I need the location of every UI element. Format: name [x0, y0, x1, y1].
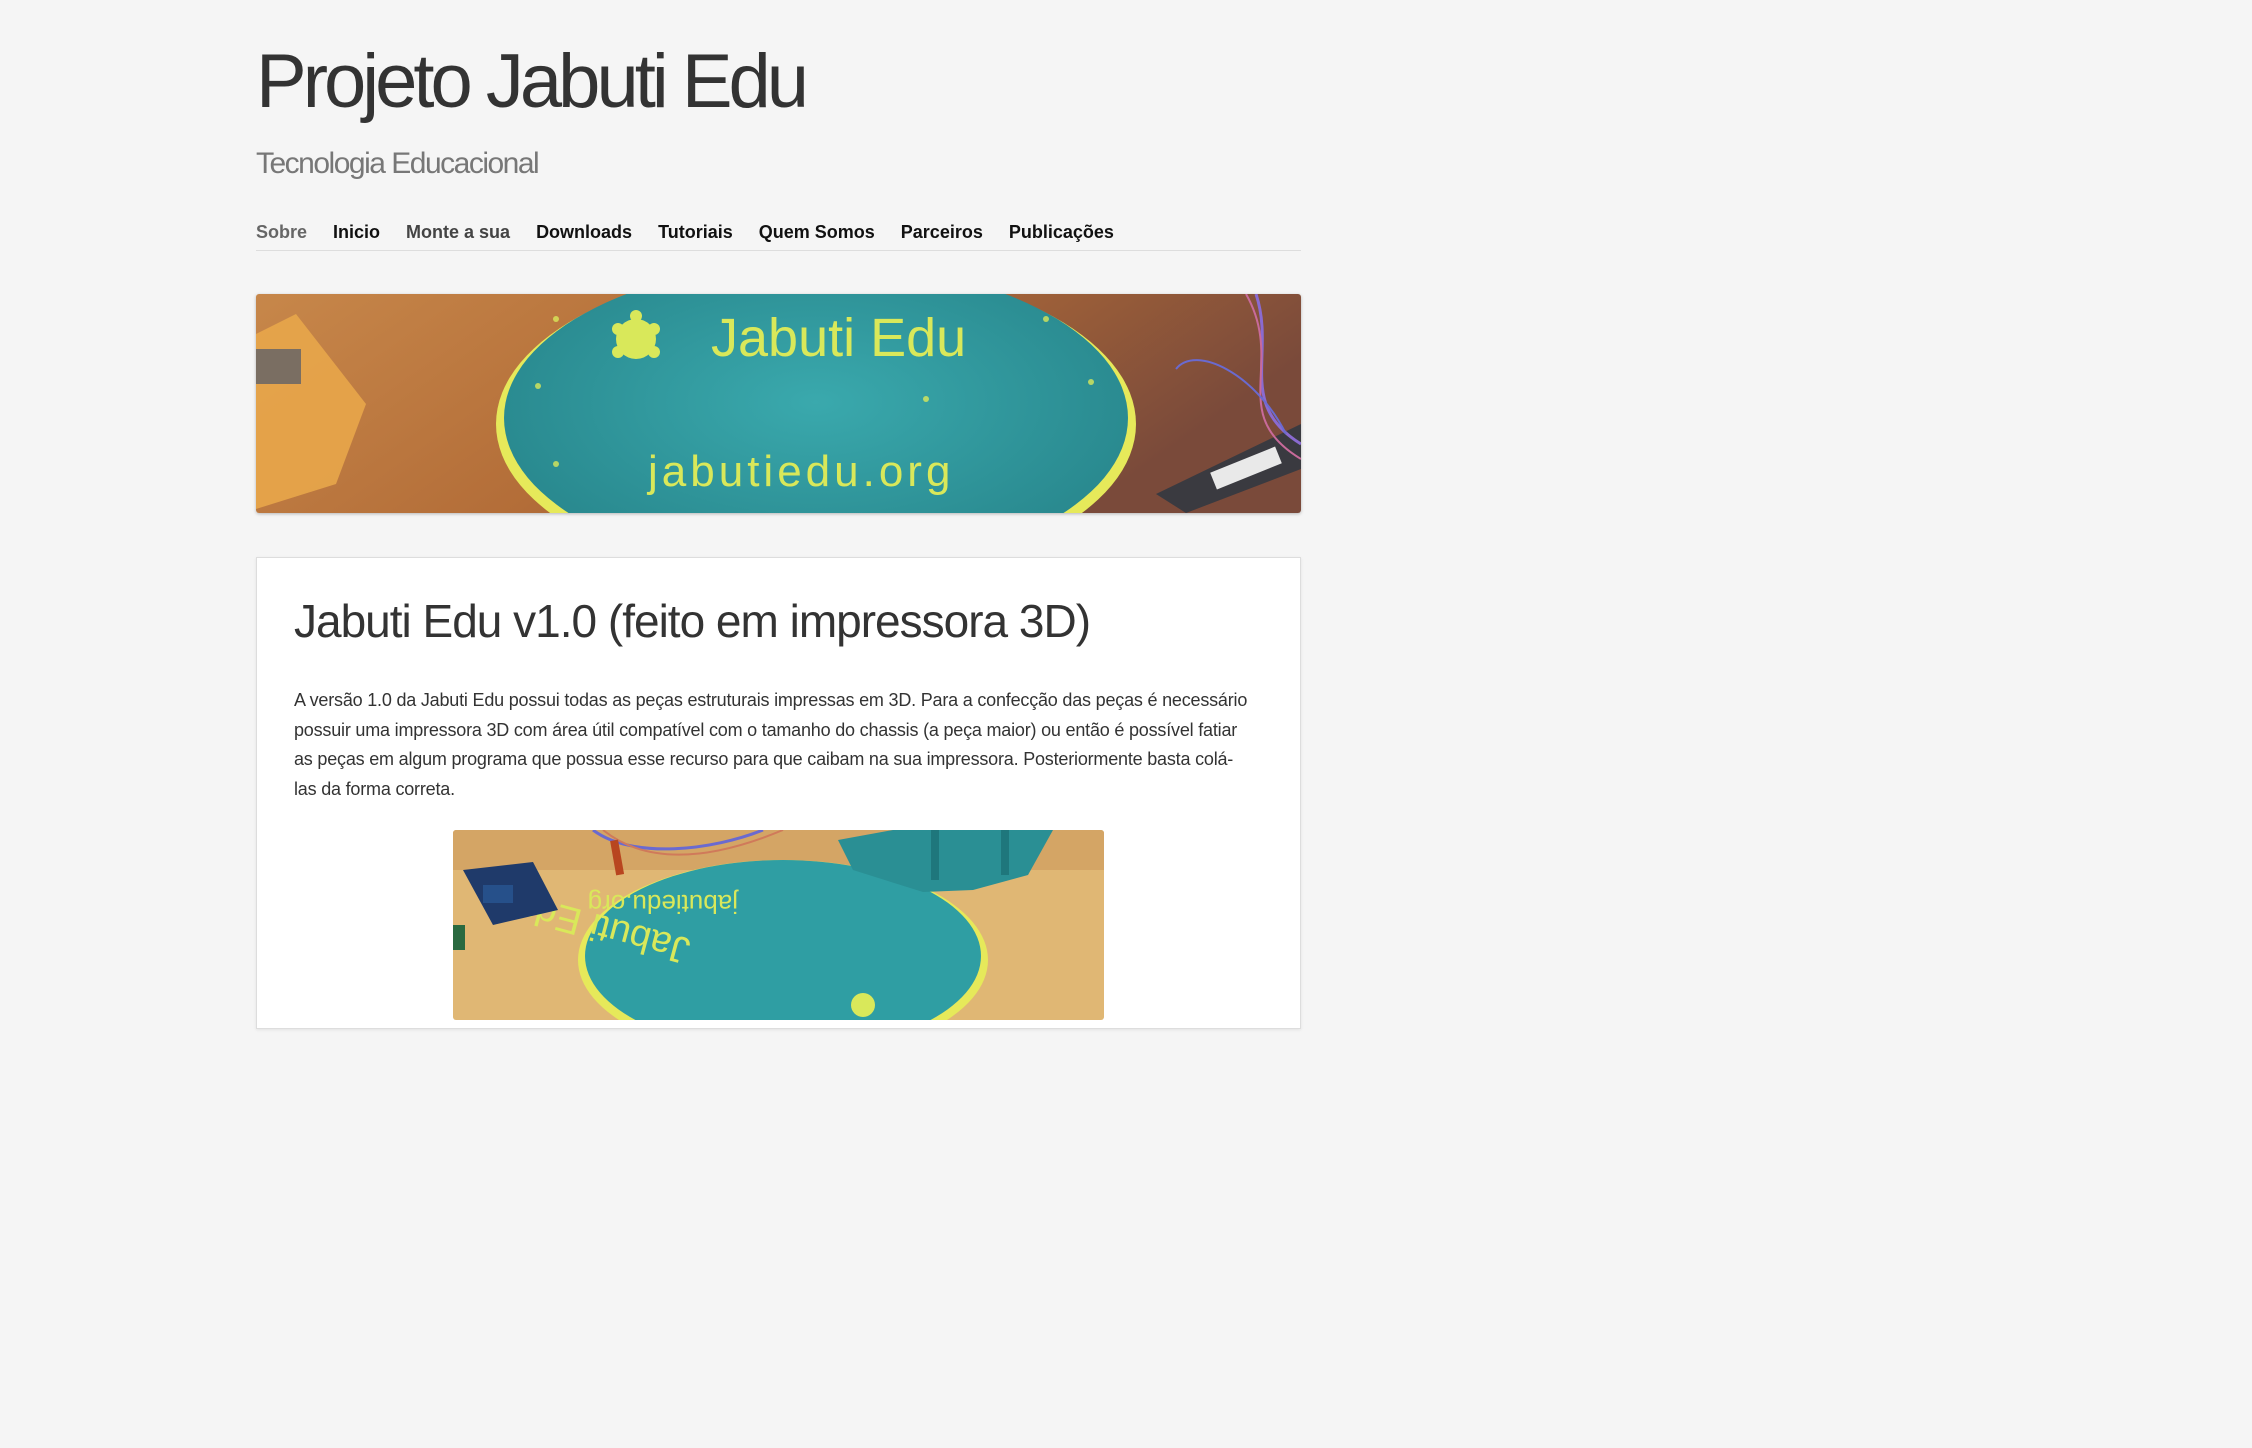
nav-item-publicacoes[interactable]: Publicações: [1009, 220, 1114, 250]
post-title[interactable]: Jabuti Edu v1.0 (feito em impressora 3D): [294, 596, 1091, 647]
nav-item-inicio[interactable]: Inicio: [333, 220, 380, 250]
banner-disc-url: jabutiedu.org: [646, 447, 954, 496]
nav-item-parceiros[interactable]: Parceiros: [901, 220, 983, 250]
site-title[interactable]: Projeto Jabuti Edu: [256, 44, 809, 120]
nav-item-downloads[interactable]: Downloads: [536, 220, 632, 250]
nav-item-monte-a-sua[interactable]: Monte a sua: [406, 220, 510, 250]
nav-item-quem-somos[interactable]: Quem Somos: [759, 220, 875, 250]
nav-item-tutoriais[interactable]: Tutoriais: [658, 220, 733, 250]
nav-item-sobre[interactable]: Sobre: [256, 220, 307, 250]
site-tagline: Tecnologia Educacional: [256, 147, 540, 180]
header-banner-image: Jabuti Edu jabutiedu.org: [256, 294, 1301, 513]
post-photo: jabutiedu.org Jabuti Edu: [453, 830, 1104, 1020]
post-card: Jabuti Edu v1.0 (feito em impressora 3D)…: [256, 557, 1301, 1029]
banner-disc-title: Jabuti Edu: [711, 308, 966, 368]
post-body: A versão 1.0 da Jabuti Edu possui todas …: [294, 690, 1248, 800]
banner-photo: Jabuti Edu jabutiedu.org: [256, 294, 1301, 513]
main-nav: Sobre Inicio Monte a sua Downloads Tutor…: [256, 220, 1301, 251]
post-image: jabutiedu.org Jabuti Edu: [453, 830, 1104, 1020]
